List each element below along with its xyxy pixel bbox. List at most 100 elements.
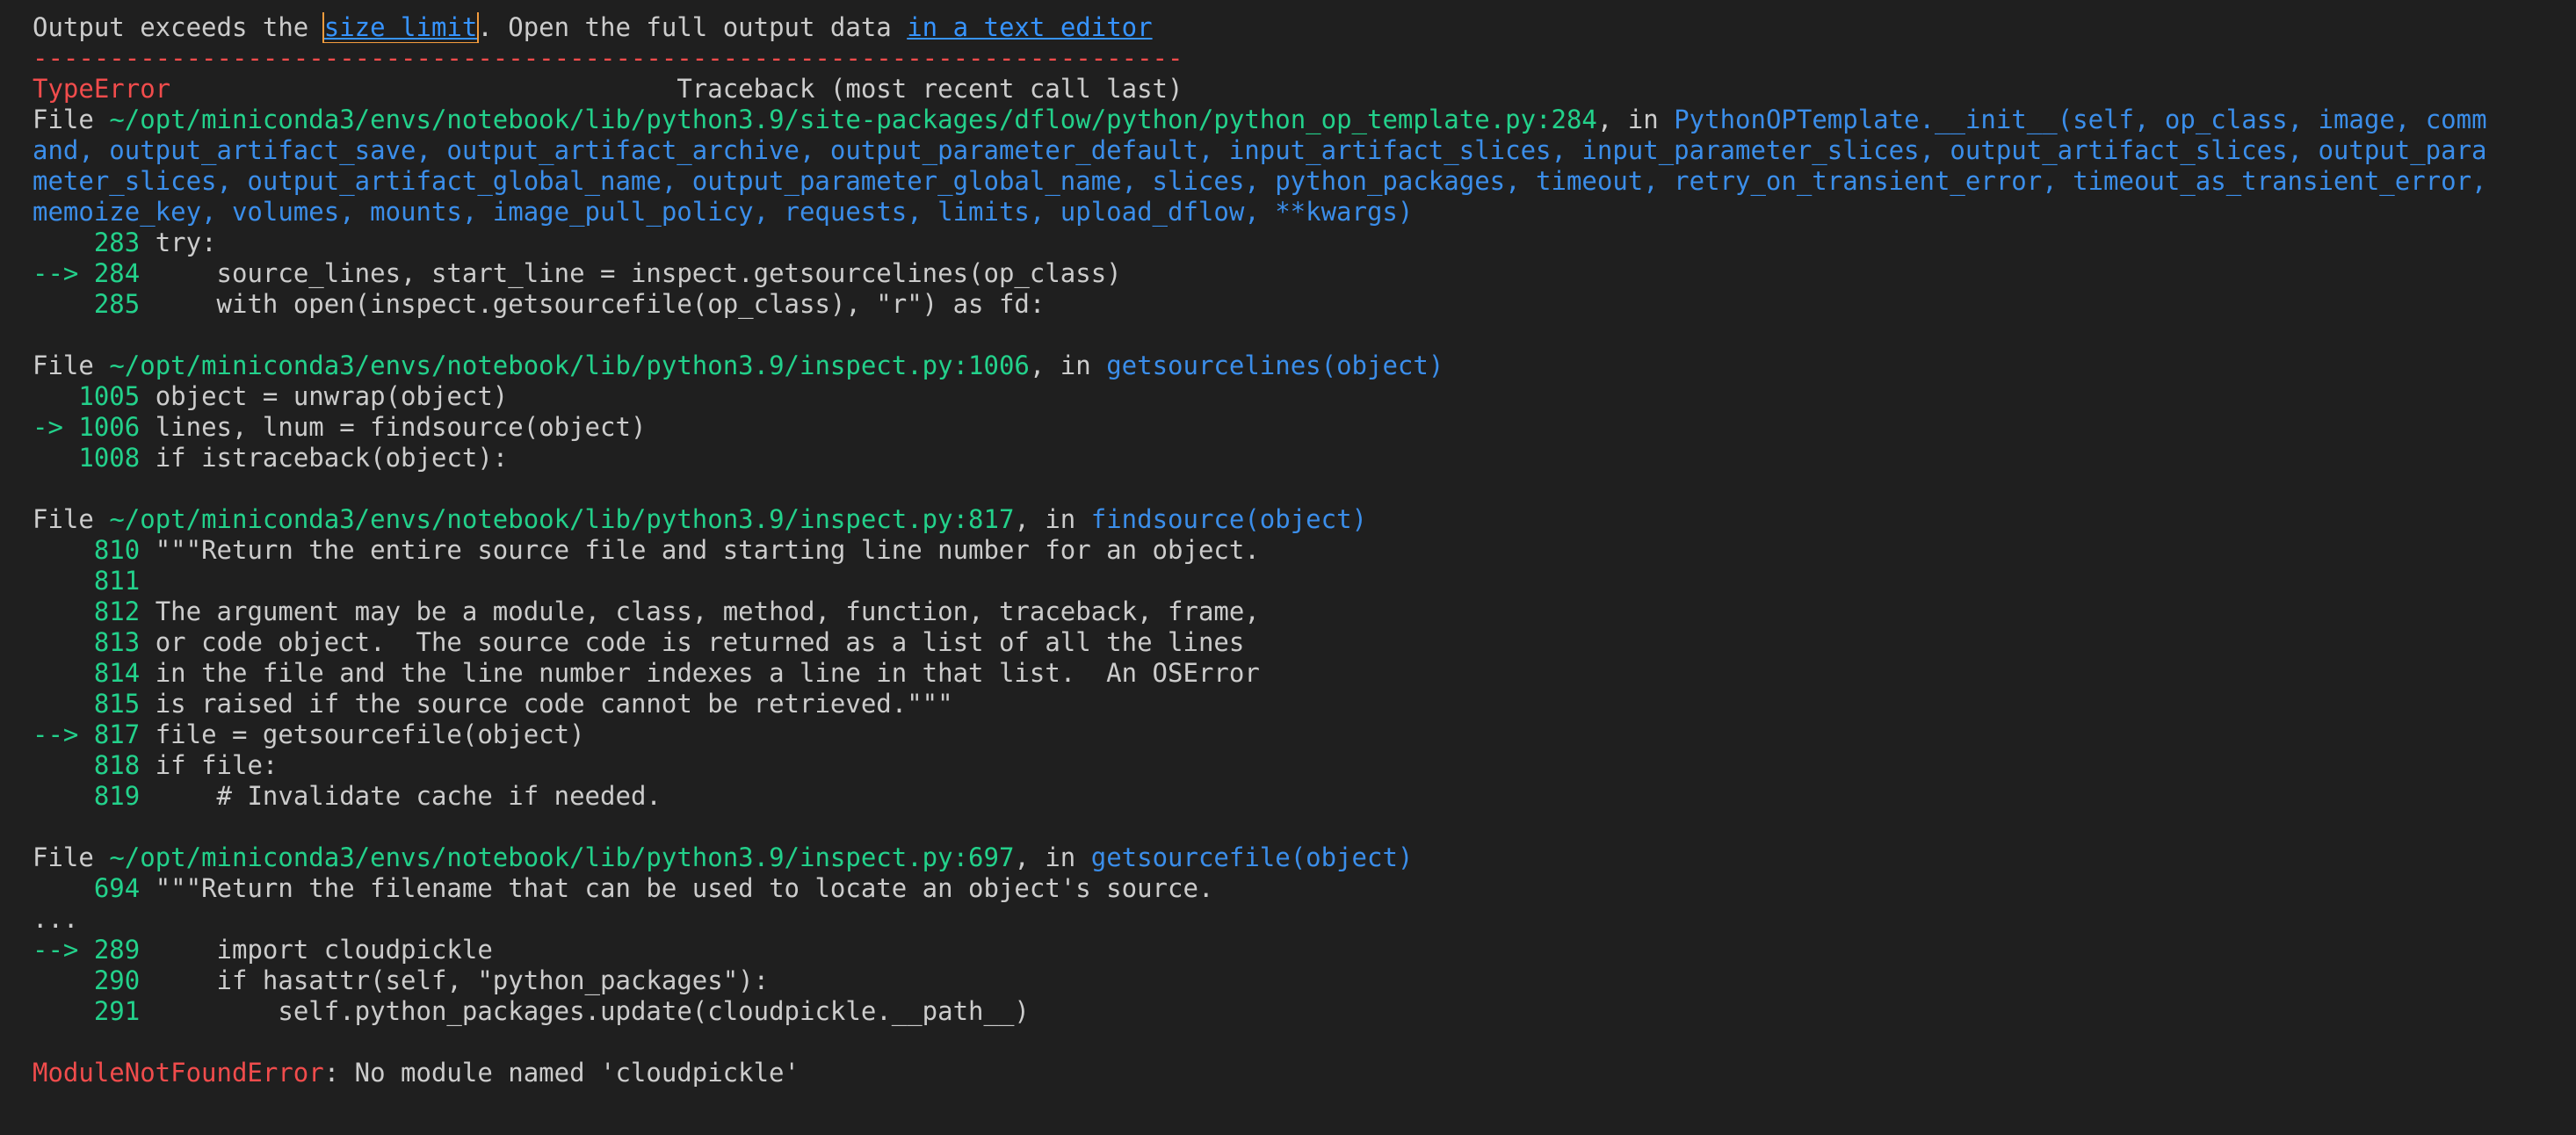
code-line: 1008 if istraceback(object):	[33, 443, 2576, 474]
line-number: 694	[93, 873, 141, 903]
code-text: self.python_packages.update(cloudpickle.…	[140, 996, 1030, 1026]
current-line-marker: -->	[33, 719, 94, 749]
code-line: 810 """Return the entire source file and…	[33, 535, 2576, 566]
code-text: source_lines, start_line = inspect.getso…	[140, 258, 1122, 288]
code-line: 694 """Return the filename that can be u…	[33, 873, 2576, 904]
error-type: TypeError	[33, 74, 171, 104]
line-number: 813	[93, 627, 141, 657]
line-number: 810	[93, 535, 141, 565]
open-in-text-editor-link[interactable]: in a text editor	[907, 12, 1152, 42]
code-text: file = getsourcefile(object)	[140, 719, 585, 749]
current-line-marker	[33, 996, 94, 1026]
code-line: 819 # Invalidate cache if needed.	[33, 781, 2576, 812]
traceback-title: Traceback (most recent call last)	[677, 74, 1183, 104]
frame-file-line: File ~/opt/miniconda3/envs/notebook/lib/…	[33, 105, 2576, 135]
line-number: 819	[93, 781, 141, 811]
current-line-marker	[33, 965, 94, 995]
file-path: ~/opt/miniconda3/envs/notebook/lib/pytho…	[109, 351, 1030, 380]
file-label: File	[33, 351, 110, 380]
line-number: 811	[93, 566, 141, 596]
frame-file-line: File ~/opt/miniconda3/envs/notebook/lib/…	[33, 842, 2576, 873]
code-text: if istraceback(object):	[140, 443, 509, 473]
line-number: 285	[93, 289, 141, 319]
function-signature-continued: and, output_artifact_save, output_artifa…	[33, 135, 2487, 165]
line-number: 289	[93, 935, 141, 965]
function-signature-continued: memoize_key, volumes, mounts, image_pull…	[33, 197, 1414, 227]
code-text: """Return the entire source file and sta…	[140, 535, 1260, 565]
line-number: 814	[93, 658, 141, 688]
file-label: File	[33, 504, 110, 534]
traceback-frame: --> 289 import cloudpickle 290 if hasatt…	[33, 935, 2576, 1027]
current-line-marker	[33, 566, 94, 596]
code-line: 285 with open(inspect.getsourcefile(op_c…	[33, 289, 2576, 320]
file-path: ~/opt/miniconda3/envs/notebook/lib/pytho…	[109, 105, 1597, 134]
in-label: , in	[1029, 351, 1107, 380]
code-text: """Return the filename that can be used …	[140, 873, 1214, 903]
code-line: 1005 object = unwrap(object)	[33, 381, 2576, 412]
final-error-line: ModuleNotFoundError: No module named 'cl…	[33, 1058, 2576, 1088]
code-text: in the file and the line number indexes …	[140, 658, 1260, 688]
code-line: --> 817 file = getsourcefile(object)	[33, 719, 2576, 750]
line-number: 1008	[78, 443, 141, 473]
line-number: 1005	[78, 381, 141, 411]
file-path: ~/opt/miniconda3/envs/notebook/lib/pytho…	[109, 504, 1015, 534]
banner-prefix: Output exceeds the	[33, 12, 324, 42]
code-text: object = unwrap(object)	[140, 381, 509, 411]
code-text: with open(inspect.getsourcefile(op_class…	[140, 289, 1046, 319]
current-line-marker	[33, 443, 78, 473]
final-error-message: : No module named 'cloudpickle'	[323, 1058, 800, 1088]
code-line: --> 284 source_lines, start_line = inspe…	[33, 258, 2576, 289]
current-line-marker: ->	[33, 412, 79, 442]
traceback-header: TypeError Traceback (most recent call la…	[33, 74, 2576, 105]
code-line: 812 The argument may be a module, class,…	[33, 596, 2576, 627]
code-text: if file:	[140, 750, 279, 780]
function-signature: getsourcelines(object)	[1106, 351, 1444, 380]
code-line: -> 1006 lines, lnum = findsource(object)	[33, 412, 2576, 443]
truncation-ellipsis: ...	[33, 904, 79, 934]
traceback-separator: ----------------------------------------…	[33, 43, 1183, 73]
code-text: try:	[140, 228, 217, 257]
function-signature: PythonOPTemplate.__init__(self, op_class…	[1674, 105, 2487, 134]
line-number: 818	[93, 750, 141, 780]
in-label: , in	[1014, 842, 1091, 872]
current-line-marker	[33, 689, 94, 719]
final-error-type: ModuleNotFoundError	[33, 1058, 324, 1088]
line-number: 812	[93, 596, 141, 626]
in-label: , in	[1014, 504, 1091, 534]
code-line: 291 self.python_packages.update(cloudpic…	[33, 996, 2576, 1027]
current-line-marker	[33, 228, 94, 257]
line-number: 291	[93, 996, 141, 1026]
header-spacer	[170, 74, 677, 104]
file-label: File	[33, 842, 110, 872]
code-line: 814 in the file and the line number inde…	[33, 658, 2576, 689]
code-line: 818 if file:	[33, 750, 2576, 781]
code-line: 283 try:	[33, 228, 2576, 258]
current-line-marker	[33, 381, 78, 411]
traceback-frame: File ~/opt/miniconda3/envs/notebook/lib/…	[33, 105, 2576, 320]
size-limit-link[interactable]: size limit	[322, 12, 480, 43]
code-text: or code object. The source code is retur…	[140, 627, 1245, 657]
function-signature: findsource(object)	[1090, 504, 1368, 534]
current-line-marker: -->	[33, 935, 94, 965]
code-text: # Invalidate cache if needed.	[140, 781, 662, 811]
current-line-marker	[33, 627, 94, 657]
line-number: 290	[93, 965, 141, 995]
code-text: lines, lnum = findsource(object)	[140, 412, 647, 442]
current-line-marker	[33, 596, 94, 626]
file-path: ~/opt/miniconda3/envs/notebook/lib/pytho…	[109, 842, 1015, 872]
code-line: 811	[33, 566, 2576, 596]
code-text: if hasattr(self, "python_packages"):	[140, 965, 770, 995]
notebook-cell-output: Output exceeds the size limit. Open the …	[33, 12, 2576, 1088]
current-line-marker	[33, 781, 94, 811]
line-number: 815	[93, 689, 141, 719]
traceback-frame: File ~/opt/miniconda3/envs/notebook/lib/…	[33, 504, 2576, 812]
function-signature-continued: meter_slices, output_artifact_global_nam…	[33, 166, 2487, 196]
current-line-marker	[33, 750, 94, 780]
line-number: 283	[93, 228, 141, 257]
traceback-frame: File ~/opt/miniconda3/envs/notebook/lib/…	[33, 351, 2576, 474]
code-line: 290 if hasattr(self, "python_packages"):	[33, 965, 2576, 996]
